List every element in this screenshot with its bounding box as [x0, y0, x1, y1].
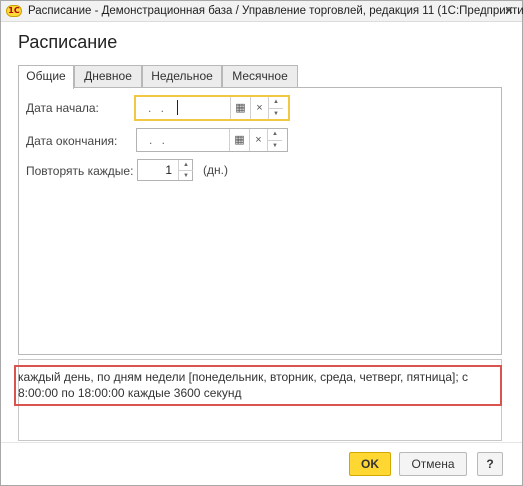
clear-icon[interactable]: × — [249, 129, 267, 151]
tab-general[interactable]: Общие — [18, 65, 74, 89]
repeat-label: Повторять каждые: — [26, 164, 134, 178]
end-date-label: Дата окончания: — [26, 134, 118, 148]
end-date-spinner: ▲ ▼ — [267, 129, 282, 151]
spin-up-icon[interactable]: ▲ — [268, 129, 282, 140]
end-date-field[interactable]: . . ▦ × ▲ ▼ — [136, 128, 288, 152]
start-date-value: . . — [148, 101, 168, 115]
calendar-icon[interactable]: ▦ — [230, 97, 250, 119]
description-highlight-frame — [14, 365, 502, 406]
schedule-window: 1С Расписание - Демонстрационная база / … — [0, 0, 523, 486]
spin-up-icon[interactable]: ▲ — [179, 160, 193, 170]
end-date-value: . . — [149, 133, 169, 147]
clear-icon[interactable]: × — [250, 97, 268, 119]
close-icon[interactable]: × — [500, 2, 518, 20]
divider — [1, 442, 522, 443]
spin-up-icon[interactable]: ▲ — [269, 97, 283, 108]
cancel-button[interactable]: Отмена — [399, 452, 467, 476]
spin-down-icon[interactable]: ▼ — [268, 140, 282, 151]
window-title: Расписание - Демонстрационная база / Упр… — [28, 5, 523, 17]
spin-down-icon[interactable]: ▼ — [179, 170, 193, 180]
repeat-unit-label: (дн.) — [203, 163, 228, 177]
calendar-icon[interactable]: ▦ — [229, 129, 249, 151]
ok-button[interactable]: OK — [349, 452, 391, 476]
start-date-spinner: ▲ ▼ — [268, 97, 283, 119]
repeat-interval-value: 1 — [165, 163, 172, 177]
app-logo-icon: 1С — [6, 5, 22, 17]
tab-weekly[interactable]: Недельное — [142, 65, 222, 88]
help-button[interactable]: ? — [477, 452, 503, 476]
text-caret — [177, 100, 178, 115]
form-title: Расписание — [18, 32, 118, 52]
repeat-interval-field[interactable]: 1 ▲ ▼ — [137, 159, 193, 181]
start-date-label: Дата начала: — [26, 101, 99, 115]
title-bar: 1С Расписание - Демонстрационная база / … — [1, 1, 523, 22]
start-date-field[interactable]: . . ▦ × ▲ ▼ — [134, 95, 290, 121]
spin-down-icon[interactable]: ▼ — [269, 108, 283, 119]
tab-daily[interactable]: Дневное — [74, 65, 142, 88]
repeat-spinner: ▲ ▼ — [178, 160, 193, 180]
tab-monthly[interactable]: Месячное — [222, 65, 298, 88]
